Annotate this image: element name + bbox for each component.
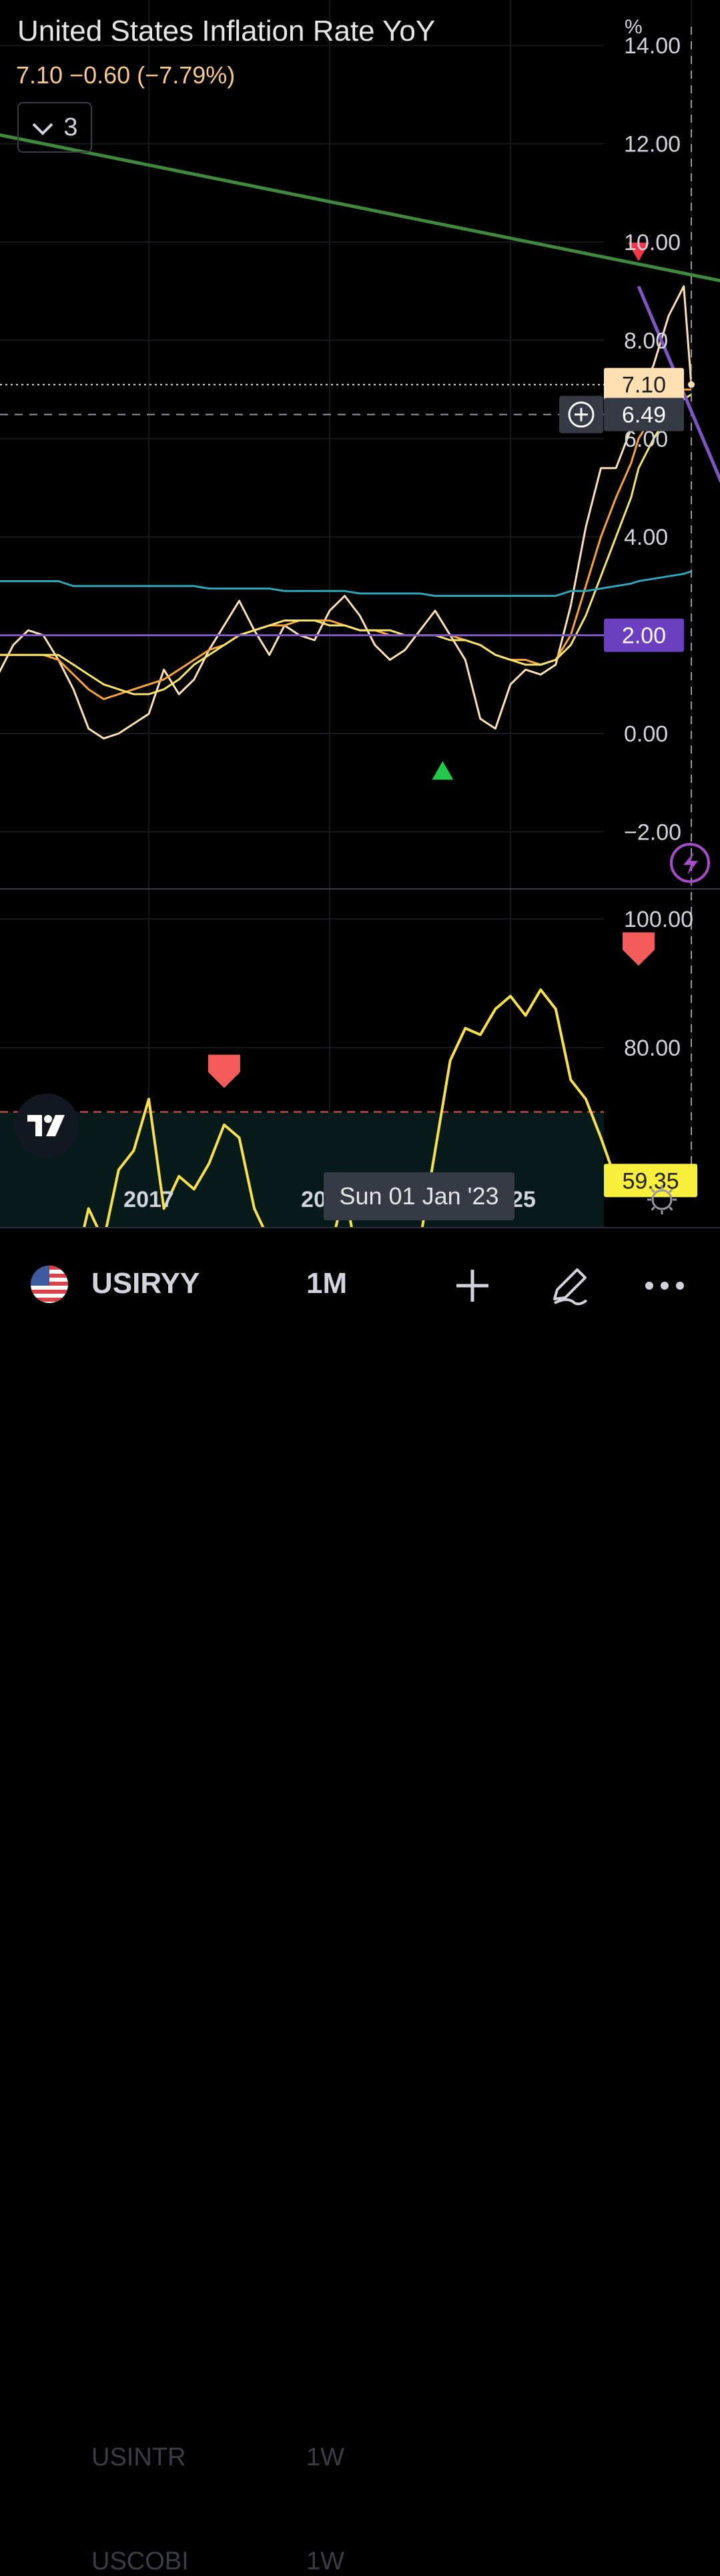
- gear-icon-tooth: [669, 1206, 673, 1211]
- crosshair-date-label: Sun 01 Jan '23: [324, 1172, 514, 1220]
- inflation-line: [0, 285, 693, 740]
- price-tick-label: 14.00: [624, 33, 681, 59]
- last-value-tag: 7.10: [622, 373, 666, 398]
- plus-icon: [456, 1270, 488, 1302]
- drawing-tools-button[interactable]: [543, 1260, 596, 1311]
- interval-button[interactable]: 1M: [306, 1267, 347, 1300]
- symbol-button[interactable]: USIRYY: [91, 1267, 200, 1300]
- chart-title: United States Inflation Rate YoY: [17, 15, 436, 47]
- grid: [0, 0, 720, 1177]
- price-tick-label: 8.00: [624, 328, 668, 353]
- more-dots-icon: [645, 1282, 684, 1290]
- add-button[interactable]: [446, 1260, 499, 1311]
- rsi-signal-marker: [208, 1054, 240, 1088]
- target-level-tag: 2.00: [622, 623, 666, 649]
- chart-annotations: [0, 27, 720, 1177]
- price-tick-label: −2.00: [624, 820, 681, 845]
- gear-icon-tooth: [651, 1206, 655, 1211]
- rsi-signal-marker: [622, 932, 655, 966]
- moving-average-orange-line: [0, 388, 691, 700]
- last-value-dot: [688, 381, 695, 388]
- price-tick-label: 12.00: [624, 132, 681, 157]
- price-tick-label: 4.00: [624, 525, 668, 550]
- quote-readout: 7.10 −0.60 (−7.79%): [16, 61, 236, 89]
- rsi-tick-label: 80.00: [624, 1036, 681, 1061]
- moving-average-yellow-line: [0, 393, 692, 696]
- trendline: [0, 133, 720, 283]
- price-axis[interactable]: %14.0012.0010.008.006.004.000.00−2.00100…: [559, 16, 697, 1227]
- time-tick-label: 20: [301, 1187, 326, 1212]
- time-tick-label: 2017: [123, 1187, 174, 1212]
- indicators-count: 3: [63, 113, 78, 141]
- more-button[interactable]: [638, 1260, 691, 1311]
- crosshair-value-tag: 6.49: [622, 403, 666, 428]
- ghost-interval-above: 1W: [306, 2443, 344, 2471]
- rsi-tick-label: 100.00: [624, 907, 693, 932]
- ghost-symbol-below: USCOBI: [91, 2547, 189, 2575]
- chart-canvas[interactable]: %14.0012.0010.008.006.004.000.00−2.00100…: [0, 0, 720, 1227]
- price-tick-label: 10.00: [624, 230, 681, 255]
- price-tick-label: 0.00: [624, 722, 668, 747]
- ghost-interval-below: 1W: [306, 2547, 344, 2575]
- us-flag-icon: [31, 1266, 68, 1303]
- indicators-toggle-button[interactable]: 3: [17, 102, 92, 153]
- tradingview-logo-icon: [27, 1115, 65, 1136]
- tradingview-logo[interactable]: [15, 1094, 79, 1158]
- chevron-down-icon: [31, 113, 54, 142]
- ghost-symbol-above: USINTR: [91, 2443, 186, 2471]
- pen-icon: [553, 1268, 588, 1306]
- buy-signal-marker: [432, 761, 454, 780]
